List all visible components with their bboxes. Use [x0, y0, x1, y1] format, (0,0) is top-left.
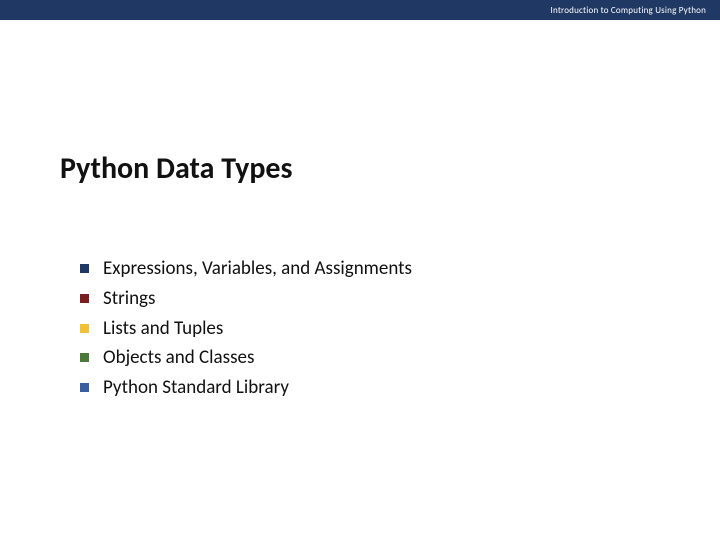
bullet-label: Expressions, Variables, and Assignments	[103, 257, 412, 281]
bullet-list: Expressions, Variables, and Assignments …	[60, 257, 660, 400]
bullet-icon	[80, 383, 89, 392]
list-item: Python Standard Library	[80, 376, 660, 400]
course-label: Introduction to Computing Using Python	[551, 5, 707, 16]
list-item: Objects and Classes	[80, 346, 660, 370]
bullet-label: Objects and Classes	[103, 346, 254, 370]
list-item: Expressions, Variables, and Assignments	[80, 257, 660, 281]
bullet-icon	[80, 264, 89, 273]
page-title: Python Data Types	[60, 150, 660, 187]
header-bar: Introduction to Computing Using Python	[0, 0, 720, 20]
bullet-icon	[80, 294, 89, 303]
bullet-icon	[80, 324, 89, 333]
list-item: Lists and Tuples	[80, 317, 660, 341]
slide-body: Python Data Types Expressions, Variables…	[0, 20, 720, 400]
bullet-icon	[80, 353, 89, 362]
bullet-label: Strings	[103, 287, 155, 311]
bullet-label: Python Standard Library	[103, 376, 289, 400]
list-item: Strings	[80, 287, 660, 311]
bullet-label: Lists and Tuples	[103, 317, 223, 341]
